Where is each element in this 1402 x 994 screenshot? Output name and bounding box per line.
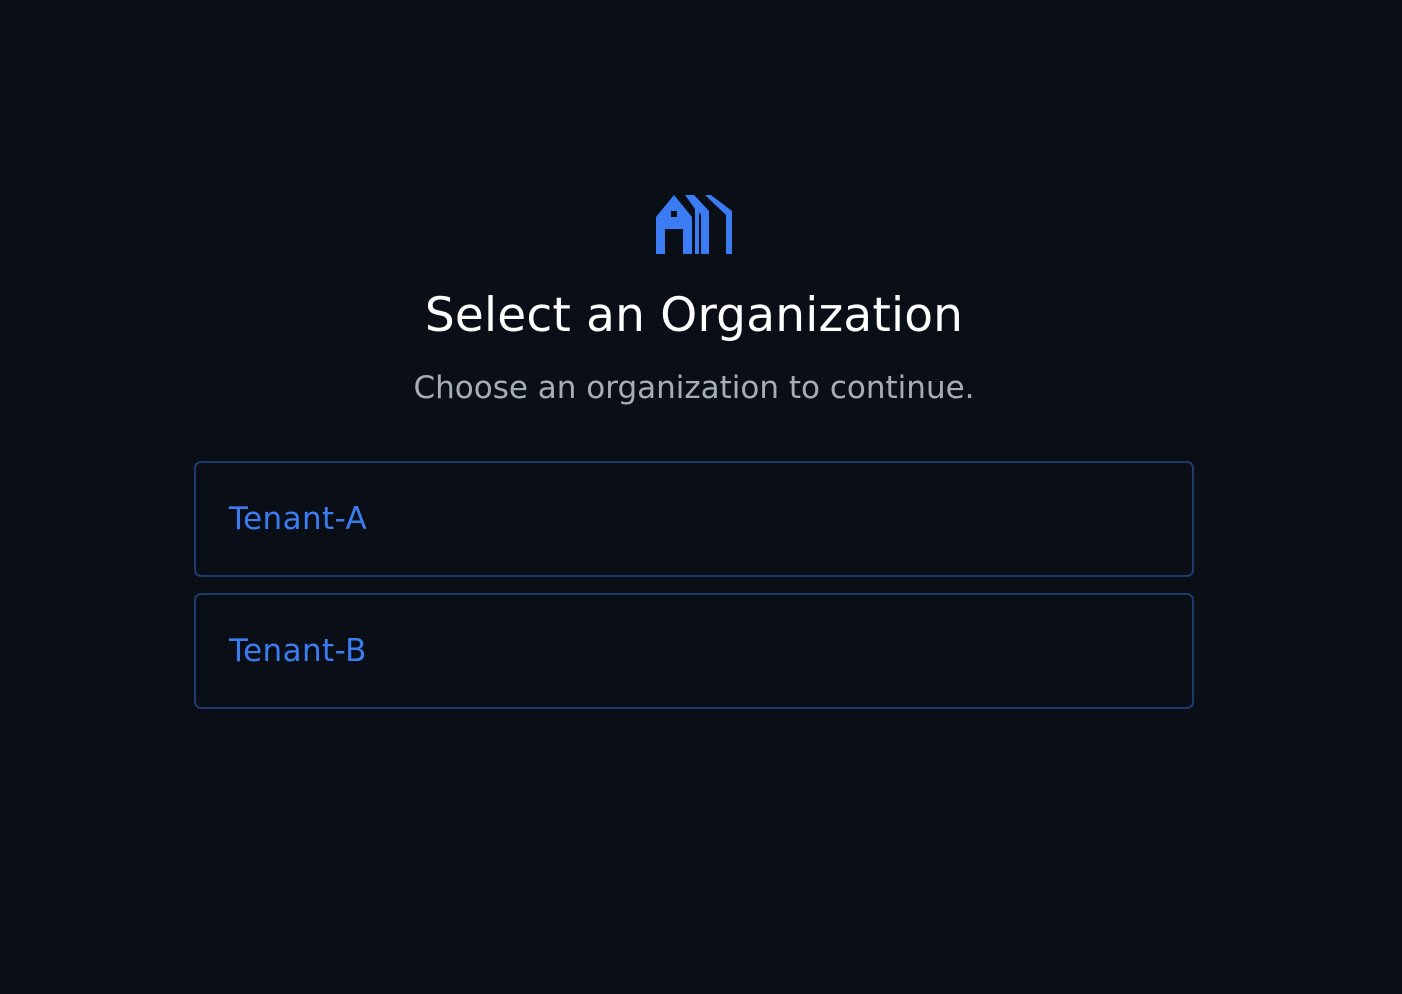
organization-list: Tenant-A Tenant-B [194, 461, 1194, 725]
page-subtitle: Choose an organization to continue. [413, 370, 975, 406]
organization-option-tenant-b[interactable]: Tenant-B [194, 593, 1194, 709]
organization-label: Tenant-B [229, 633, 367, 669]
building-logo-icon [655, 193, 733, 255]
organization-label: Tenant-A [229, 501, 368, 537]
page-title: Select an Organization [424, 288, 964, 343]
organization-option-tenant-a[interactable]: Tenant-A [194, 461, 1194, 577]
